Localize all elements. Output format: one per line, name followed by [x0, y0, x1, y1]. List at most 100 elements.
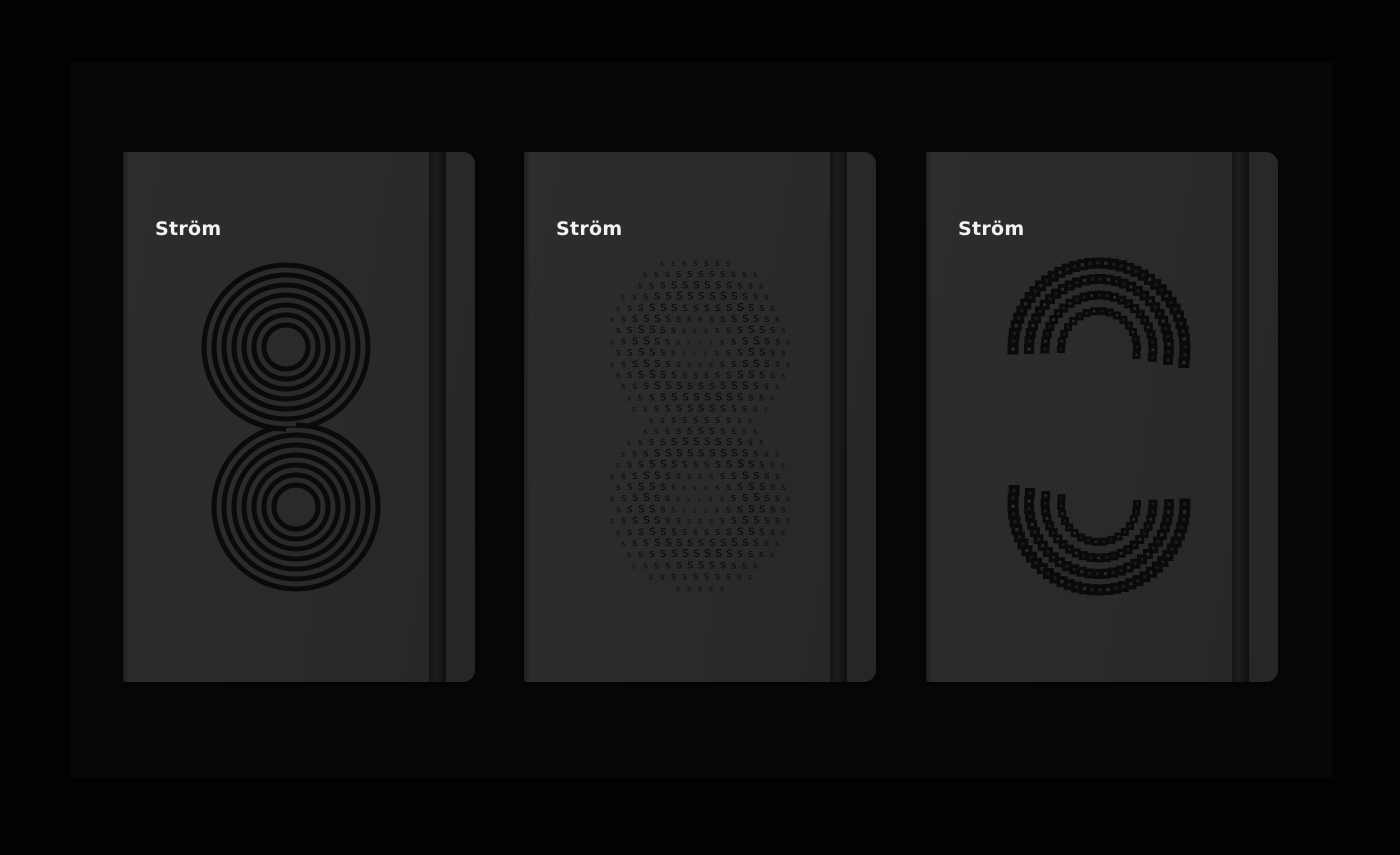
letter-s-glyph: s	[759, 438, 764, 448]
letter-s-glyph: s	[638, 392, 643, 403]
letter-s-glyph: s	[753, 378, 759, 392]
letter-s-glyph: s	[627, 527, 632, 538]
letter-s-glyph: s	[693, 301, 699, 314]
brand-wordmark: Ström	[155, 218, 222, 240]
letter-s-glyph: s	[632, 448, 637, 459]
brand-wordmark: Ström	[958, 218, 1025, 240]
letter-s-glyph: s	[764, 405, 768, 414]
letter-s-glyph: s	[775, 381, 779, 391]
letter-s-glyph: s	[610, 472, 614, 481]
letter-s-glyph: s	[682, 458, 688, 471]
letter-s-glyph: s	[775, 516, 780, 527]
letter-s-glyph: s	[775, 315, 780, 325]
letter-s-glyph: s	[786, 360, 790, 369]
letter-s-glyph: s	[781, 505, 786, 515]
letter-s-glyph: s	[759, 524, 765, 538]
letter-s-glyph: s	[643, 427, 647, 436]
letter-s-glyph: s	[660, 480, 666, 493]
letter-s-glyph: s	[638, 549, 643, 560]
letter-s-glyph: s	[720, 584, 724, 593]
letter-s-glyph: s	[726, 482, 731, 493]
dice-tile	[1064, 323, 1072, 331]
letter-s-glyph: s	[698, 583, 702, 593]
letter-s-glyph: s	[742, 404, 747, 415]
dice-tile	[1179, 498, 1191, 510]
letter-s-glyph: s	[720, 359, 725, 370]
letter-s-glyph: s	[781, 371, 785, 380]
letter-s-glyph: s	[621, 493, 626, 504]
letter-s-glyph: s	[627, 549, 631, 559]
letter-s-glyph: s	[676, 401, 682, 415]
letter-s-glyph: s	[621, 381, 625, 391]
letter-s-glyph: s	[621, 516, 626, 527]
letter-s-glyph: s	[621, 336, 626, 347]
letter-s-glyph: s	[698, 400, 705, 415]
dice-tile	[1057, 337, 1066, 346]
letter-s-glyph: s	[720, 313, 725, 325]
dice-tiles-s-emblem	[1007, 257, 1191, 596]
letter-s-glyph: s	[654, 560, 659, 571]
letter-s-glyph: s	[610, 336, 614, 346]
letter-s-glyph: s	[682, 350, 686, 358]
letter-s-glyph: s	[781, 461, 785, 470]
letter-s-glyph: s	[770, 460, 775, 471]
letter-s-glyph: s	[682, 483, 686, 492]
letter-s-glyph: s	[775, 493, 780, 504]
brand-wordmark: Ström	[556, 218, 623, 240]
letter-s-glyph: s	[682, 300, 688, 314]
letter-s-glyph: s	[643, 270, 647, 279]
letter-s-glyph: s	[616, 483, 621, 493]
letter-s-glyph: s	[693, 352, 696, 358]
letter-s-glyph: s	[698, 340, 701, 346]
letter-s-glyph: s	[759, 549, 764, 560]
letter-s-glyph: s	[610, 360, 614, 369]
letter-s-glyph: s	[632, 561, 636, 570]
letter-s-glyph: s	[720, 557, 726, 571]
letter-s-glyph: s	[687, 339, 690, 346]
letter-s-glyph: s	[621, 293, 625, 302]
letter-s-glyph: s	[621, 471, 626, 482]
letter-s-glyph: s	[709, 314, 714, 325]
dice-tile	[1090, 307, 1099, 316]
letter-s-glyph: s	[737, 389, 743, 403]
letter-s-glyph: s	[753, 536, 759, 549]
dice-tile	[1148, 345, 1158, 355]
letter-s-glyph: s	[616, 326, 621, 336]
letter-s-glyph: s	[643, 561, 648, 571]
letter-s-glyph: s	[665, 402, 671, 415]
letter-s-glyph: s	[704, 352, 707, 358]
dice-tile	[1129, 515, 1138, 524]
letter-s-glyph: s	[654, 404, 659, 415]
dice-tile	[1102, 291, 1112, 301]
dice-tile	[1133, 343, 1141, 352]
dice-tile	[1086, 552, 1096, 562]
dice-tile	[1131, 335, 1140, 344]
letter-s-glyph: s	[616, 461, 620, 470]
letter-s-glyph: s	[632, 538, 637, 549]
dice-tile	[1057, 501, 1065, 510]
notebook-letter-dots: Ström ssssssssssssssssssssssssssssssssss…	[524, 152, 876, 682]
letter-s-glyph: s	[709, 516, 713, 526]
letter-s-glyph: s	[676, 494, 680, 503]
letter-s-glyph: s	[693, 508, 696, 514]
letter-s-glyph: s	[759, 392, 764, 403]
letter-s-glyph: s	[742, 270, 747, 280]
letter-s-glyph: s	[715, 349, 719, 358]
letter-s-glyph: s	[775, 336, 780, 347]
letter-s-glyph: s	[660, 323, 666, 336]
letter-s-glyph: s	[654, 427, 659, 437]
notebook-dice-tiles: Ström	[926, 152, 1278, 682]
letter-s-glyph: s	[693, 571, 698, 583]
dice-tile	[1164, 499, 1174, 509]
letter-s-glyph: s	[781, 483, 786, 493]
letter-s-glyph: s	[715, 457, 721, 471]
letter-s-glyph: s	[775, 449, 779, 458]
spine-shade	[524, 152, 530, 682]
letter-s-glyph: s	[627, 369, 632, 381]
letter-s-glyph: s	[770, 370, 775, 381]
dice-tile	[1082, 309, 1091, 318]
letter-s-glyph: s	[770, 393, 774, 402]
letter-s-glyph: s	[715, 325, 719, 335]
letter-s-glyph: s	[687, 400, 694, 415]
letter-s-glyph: s	[621, 359, 626, 370]
